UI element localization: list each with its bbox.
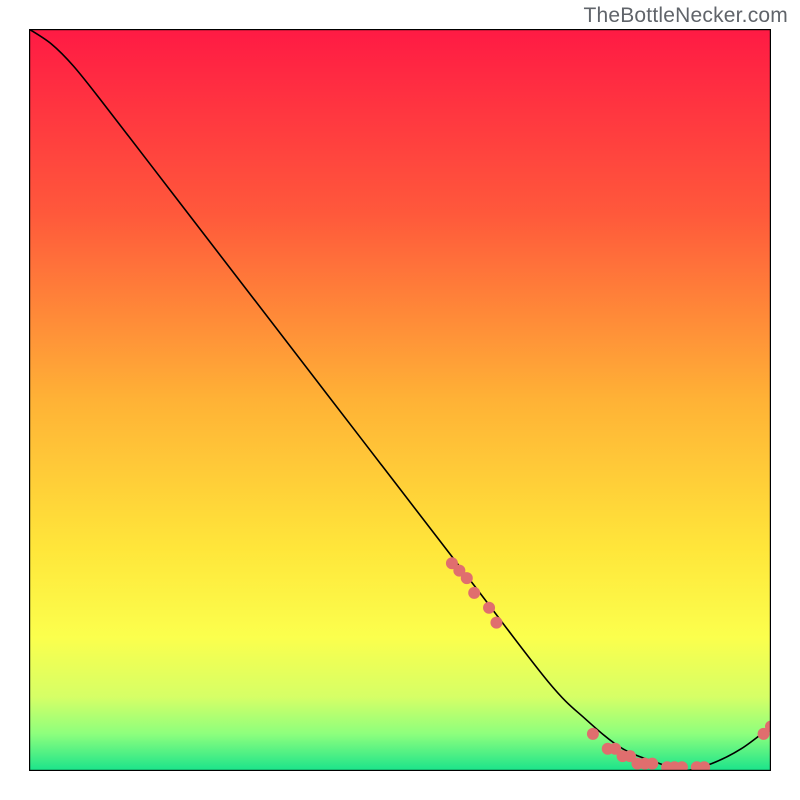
chart-container: TheBottleNecker.com	[0, 0, 800, 800]
data-point	[587, 728, 599, 740]
data-point	[461, 572, 473, 584]
chart-svg	[29, 29, 771, 771]
data-point	[490, 617, 502, 629]
plot-area	[29, 29, 771, 771]
data-point	[483, 602, 495, 614]
watermark-text: TheBottleNecker.com	[583, 4, 788, 28]
data-point	[468, 587, 480, 599]
data-point	[646, 758, 658, 770]
gradient-background	[29, 29, 771, 771]
